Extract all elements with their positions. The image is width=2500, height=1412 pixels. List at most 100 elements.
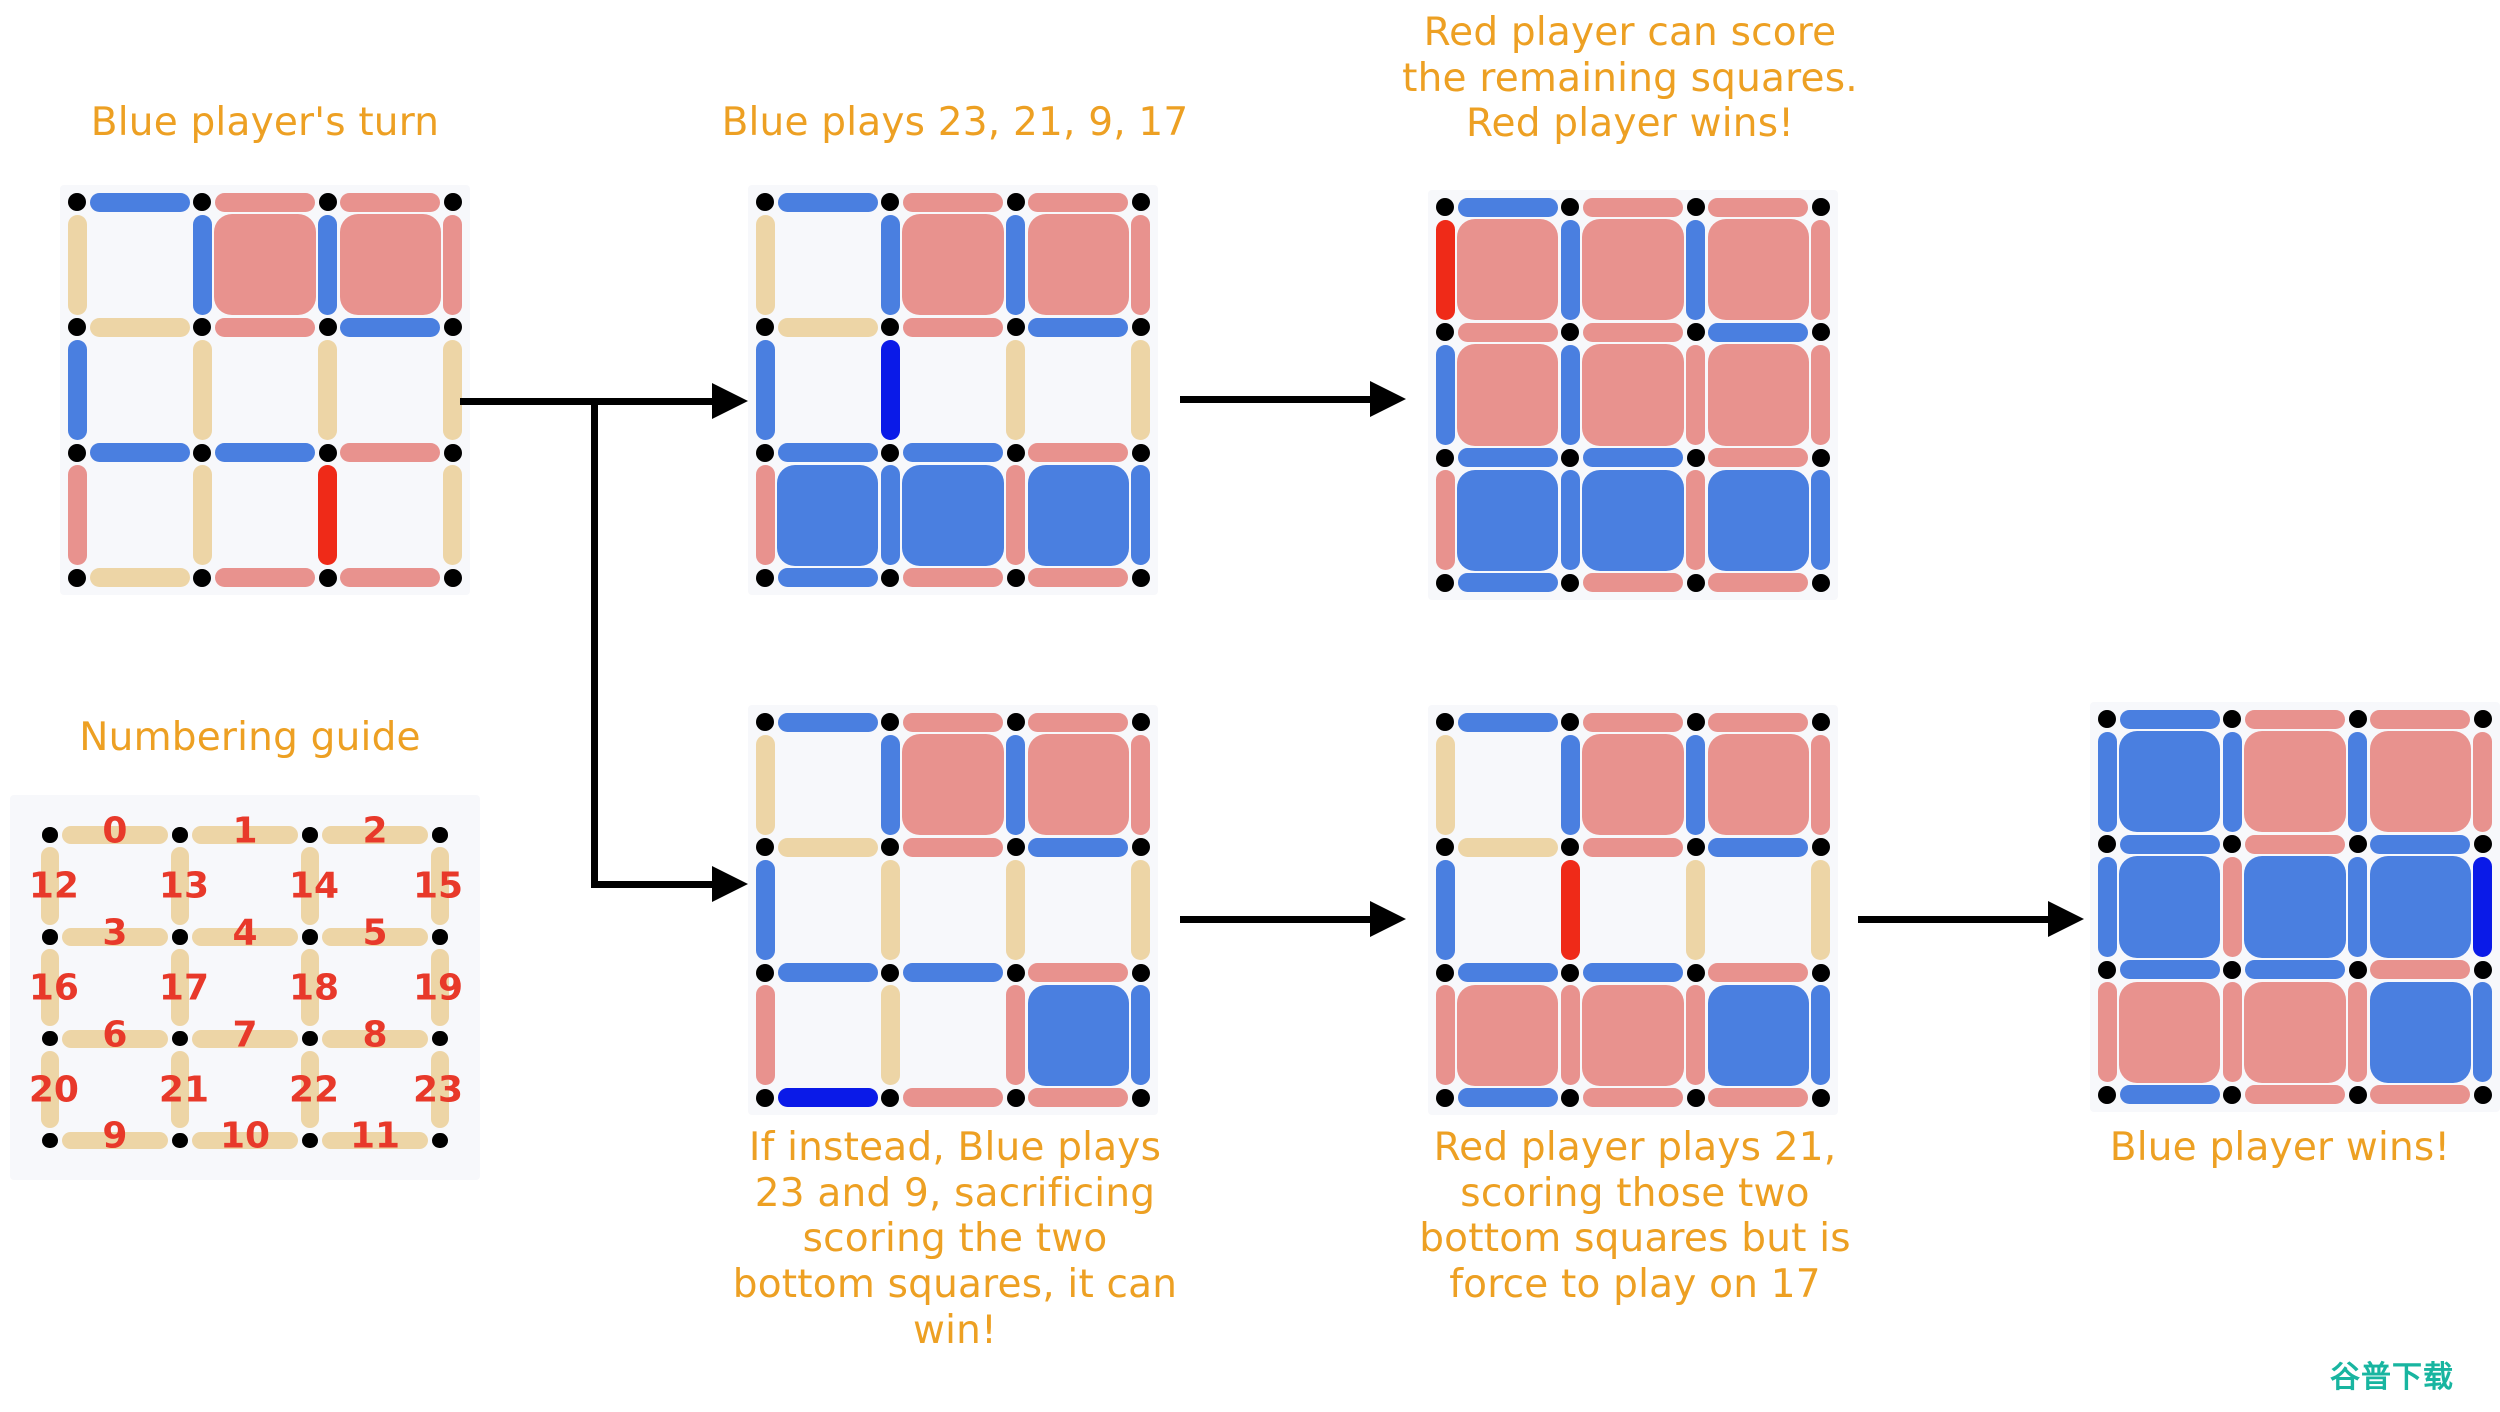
h-edge-8[interactable] (2369, 959, 2471, 980)
h-edge-10[interactable] (214, 568, 316, 588)
v-edge-19[interactable] (1131, 859, 1151, 961)
v-edge-12[interactable] (67, 214, 87, 316)
v-edge-14[interactable] (1005, 734, 1026, 836)
h-edge-2[interactable] (1027, 192, 1129, 212)
h-edge-6[interactable] (1457, 962, 1559, 983)
v-edge-15[interactable] (1131, 734, 1151, 836)
v-edge-13[interactable] (880, 214, 901, 316)
h-edge-2[interactable] (1707, 197, 1809, 217)
v-edge-17[interactable] (880, 339, 901, 441)
v-edge-15[interactable] (1811, 734, 1831, 836)
h-edge-2[interactable] (339, 192, 441, 212)
v-edge-16[interactable] (67, 339, 87, 441)
v-edge-19[interactable] (1131, 339, 1151, 441)
h-edge-5[interactable] (339, 317, 441, 338)
v-edge-22[interactable] (1005, 984, 1026, 1086)
v-edge-23[interactable] (2473, 981, 2493, 1083)
v-edge-13[interactable] (1560, 734, 1581, 836)
v-edge-17[interactable] (192, 339, 213, 441)
game-board-board1[interactable] (60, 185, 470, 595)
v-edge-14[interactable] (1005, 214, 1026, 316)
v-edge-21[interactable] (1560, 469, 1581, 571)
v-edge-15[interactable] (1131, 214, 1151, 316)
v-edge-21[interactable] (880, 464, 901, 566)
h-edge-1[interactable] (1582, 712, 1684, 732)
v-edge-12[interactable] (1435, 219, 1455, 321)
h-edge-9[interactable] (777, 1088, 879, 1108)
h-edge-0[interactable] (777, 712, 879, 732)
v-edge-13[interactable] (192, 214, 213, 316)
h-edge-9[interactable] (777, 568, 879, 588)
v-edge-19[interactable] (2473, 856, 2493, 958)
h-edge-5[interactable] (2369, 834, 2471, 855)
h-edge-5[interactable] (1707, 322, 1809, 343)
h-edge-0[interactable] (89, 192, 191, 212)
h-edge-7[interactable] (902, 962, 1004, 983)
h-edge-8[interactable] (339, 442, 441, 463)
h-edge-4[interactable] (902, 837, 1004, 858)
h-edge-0[interactable] (1457, 197, 1559, 217)
h-edge-3[interactable] (89, 317, 191, 338)
v-edge-23[interactable] (1811, 984, 1831, 1086)
h-edge-11[interactable] (2369, 1085, 2471, 1105)
game-board-board6[interactable] (2090, 702, 2500, 1112)
v-edge-15[interactable] (443, 214, 463, 316)
v-edge-19[interactable] (1811, 344, 1831, 446)
h-edge-9[interactable] (1457, 1088, 1559, 1108)
h-edge-10[interactable] (902, 568, 1004, 588)
v-edge-18[interactable] (2347, 856, 2368, 958)
h-edge-4[interactable] (214, 317, 316, 338)
h-edge-4[interactable] (1582, 322, 1684, 343)
v-edge-16[interactable] (1435, 344, 1455, 446)
h-edge-4[interactable] (1582, 837, 1684, 858)
h-edge-6[interactable] (2119, 959, 2221, 980)
h-edge-9[interactable] (89, 568, 191, 588)
h-edge-4[interactable] (902, 317, 1004, 338)
v-edge-22[interactable] (2347, 981, 2368, 1083)
v-edge-23[interactable] (1131, 464, 1151, 566)
h-edge-8[interactable] (1027, 442, 1129, 463)
h-edge-9[interactable] (1457, 573, 1559, 593)
h-edge-9[interactable] (2119, 1085, 2221, 1105)
v-edge-16[interactable] (2097, 856, 2117, 958)
h-edge-5[interactable] (1027, 317, 1129, 338)
h-edge-6[interactable] (1457, 447, 1559, 468)
game-board-board5[interactable] (1428, 705, 1838, 1115)
h-edge-7[interactable] (2244, 959, 2346, 980)
h-edge-7[interactable] (1582, 447, 1684, 468)
h-edge-0[interactable] (2119, 709, 2221, 729)
h-edge-0[interactable] (777, 192, 879, 212)
v-edge-20[interactable] (755, 984, 775, 1086)
game-board-board2[interactable] (748, 185, 1158, 595)
h-edge-10[interactable] (902, 1088, 1004, 1108)
h-edge-1[interactable] (214, 192, 316, 212)
v-edge-13[interactable] (1560, 219, 1581, 321)
v-edge-14[interactable] (2347, 731, 2368, 833)
v-edge-21[interactable] (2222, 981, 2243, 1083)
v-edge-20[interactable] (67, 464, 87, 566)
h-edge-2[interactable] (1027, 712, 1129, 732)
h-edge-7[interactable] (214, 442, 316, 463)
v-edge-21[interactable] (1560, 984, 1581, 1086)
h-edge-10[interactable] (1582, 1088, 1684, 1108)
h-edge-6[interactable] (89, 442, 191, 463)
h-edge-1[interactable] (902, 192, 1004, 212)
h-edge-10[interactable] (1582, 573, 1684, 593)
game-board-board4[interactable] (748, 705, 1158, 1115)
h-edge-1[interactable] (1582, 197, 1684, 217)
v-edge-23[interactable] (1811, 469, 1831, 571)
h-edge-7[interactable] (902, 442, 1004, 463)
h-edge-8[interactable] (1707, 962, 1809, 983)
h-edge-3[interactable] (2119, 834, 2221, 855)
v-edge-12[interactable] (2097, 731, 2117, 833)
v-edge-15[interactable] (2473, 731, 2493, 833)
h-edge-11[interactable] (1707, 1088, 1809, 1108)
v-edge-14[interactable] (1685, 734, 1706, 836)
v-edge-15[interactable] (1811, 219, 1831, 321)
v-edge-21[interactable] (880, 984, 901, 1086)
h-edge-7[interactable] (1582, 962, 1684, 983)
v-edge-16[interactable] (1435, 859, 1455, 961)
v-edge-21[interactable] (192, 464, 213, 566)
h-edge-0[interactable] (1457, 712, 1559, 732)
h-edge-2[interactable] (1707, 712, 1809, 732)
